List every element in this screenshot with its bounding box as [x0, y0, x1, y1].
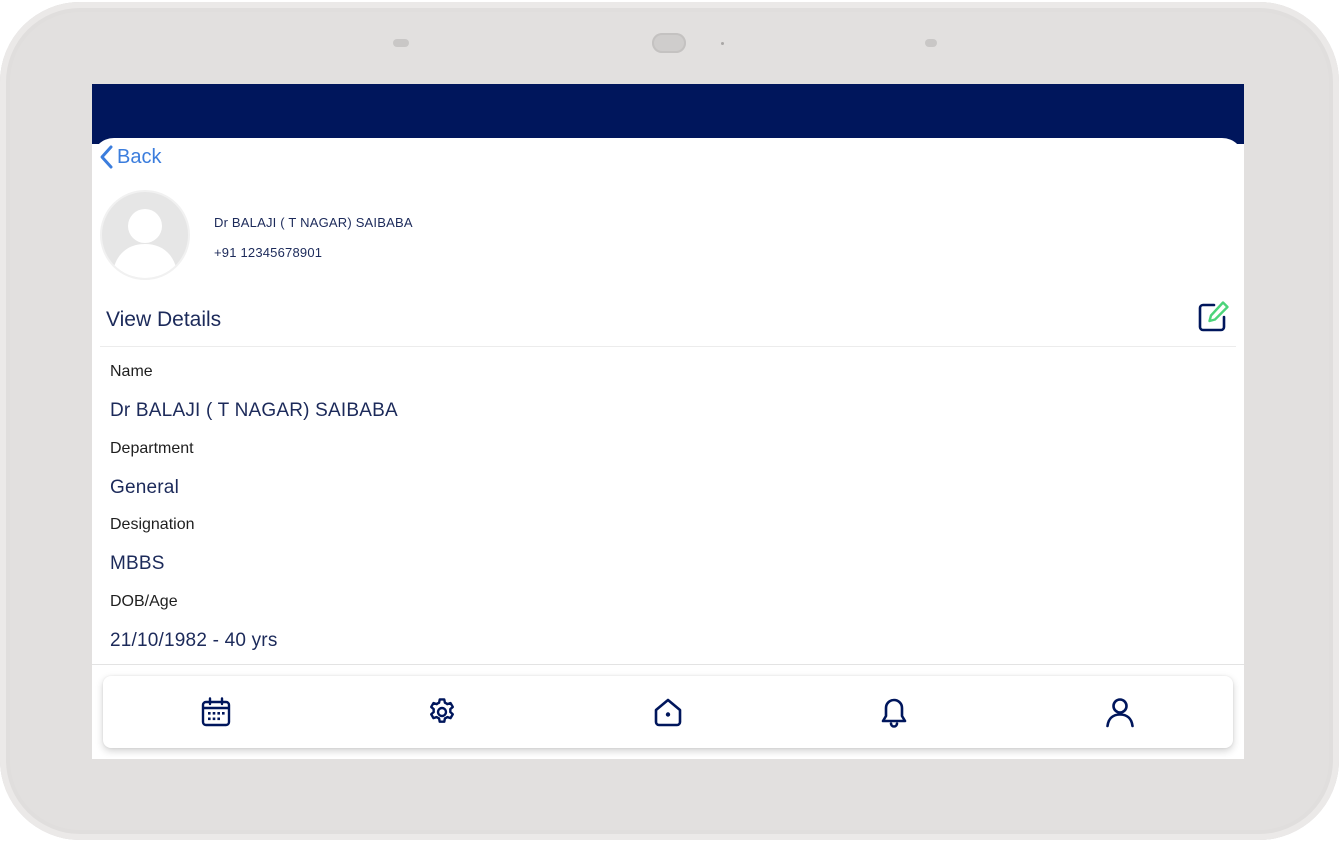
back-button[interactable]: Back [98, 144, 161, 170]
field-value-designation: MBBS [110, 553, 165, 574]
gear-icon [430, 698, 454, 723]
field-label-designation: Designation [110, 516, 195, 533]
nav-notifications[interactable] [781, 696, 1007, 728]
profile-phone: +91 12345678901 [214, 245, 323, 260]
nav-home[interactable] [555, 696, 781, 728]
edit-button[interactable] [1196, 300, 1230, 334]
back-label: Back [117, 145, 162, 168]
field-label-name: Name [110, 363, 153, 380]
field-value-dob: 21/10/1982 - 40 yrs [110, 630, 278, 651]
sensor-dot [721, 42, 724, 45]
profile-name: Dr BALAJI ( T NAGAR) SAIBABA [214, 215, 413, 230]
calendar-icon [201, 697, 231, 727]
sensor-right [925, 39, 937, 47]
avatar [100, 190, 190, 280]
home-icon [654, 698, 682, 727]
nav-calendar[interactable] [103, 696, 329, 728]
app-screen: Back Dr BALAJI ( T NAGAR) SAIBABA +91 12… [92, 84, 1244, 759]
content-sheet: Back Dr BALAJI ( T NAGAR) SAIBABA +91 12… [92, 138, 1244, 759]
chevron-left-icon [100, 145, 113, 169]
avatar-placeholder-icon [112, 209, 178, 278]
field-value-department: General [110, 477, 179, 498]
section-title: View Details [106, 308, 222, 331]
field-label-dob: DOB/Age [110, 593, 178, 610]
top-bar [92, 84, 1244, 144]
sensor-left [393, 39, 409, 47]
bell-icon [881, 698, 907, 728]
bottom-nav [103, 676, 1233, 748]
camera [652, 33, 686, 53]
field-value-name: Dr BALAJI ( T NAGAR) SAIBABA [110, 400, 398, 421]
edit-icon [1198, 301, 1229, 332]
field-label-department: Department [110, 440, 194, 457]
nav-settings[interactable] [329, 696, 555, 728]
user-icon [1106, 698, 1134, 728]
section-divider [100, 346, 1236, 347]
nav-profile[interactable] [1007, 696, 1233, 728]
nav-divider [92, 664, 1244, 665]
